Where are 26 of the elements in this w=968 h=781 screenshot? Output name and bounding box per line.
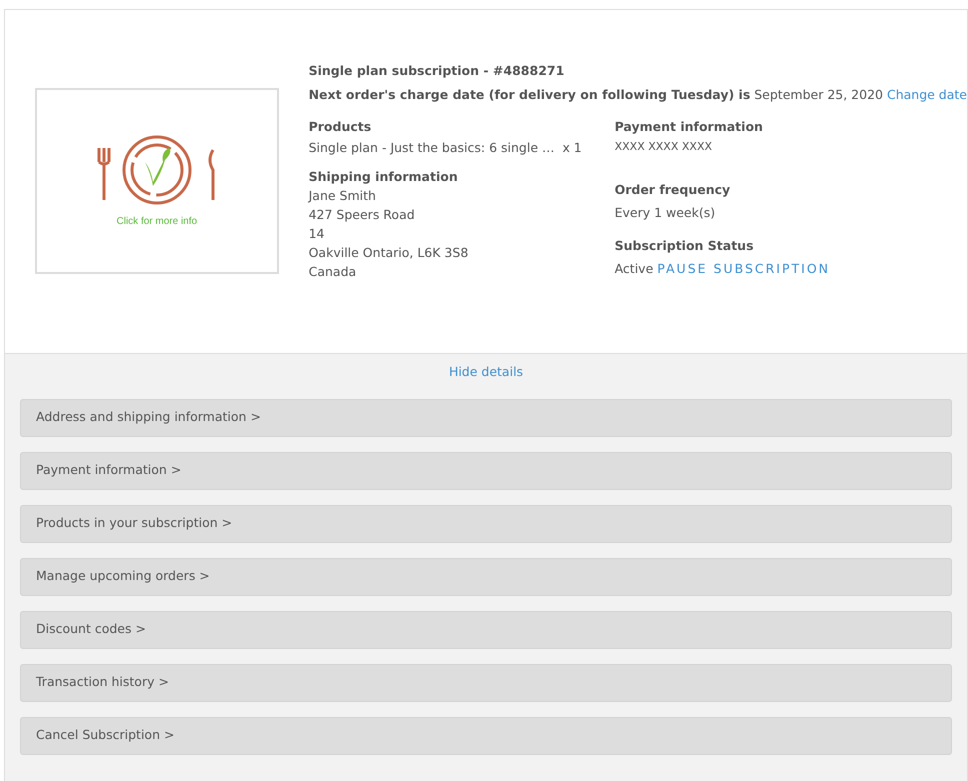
charge-date-text: Next order's charge date (for delivery on following Tuesday) is September 25, 2020 Change date [308, 86, 967, 104]
product-line: Single plan - Just the basics: 6 single … x 1 [308, 138, 583, 157]
address-line: Jane Smith [308, 187, 377, 206]
address-line: Canada [308, 263, 358, 282]
section-toggle[interactable]: Cancel Subscription > [20, 716, 952, 755]
frequency-value: Every 1 week(s) [614, 204, 716, 222]
status-value: Active [614, 260, 654, 278]
section-toggle[interactable]: Transaction history > [20, 664, 952, 702]
products-heading: Products [308, 118, 372, 136]
section-toggle[interactable]: Payment information > [20, 452, 952, 490]
frequency-heading: Order frequency [614, 181, 732, 200]
pause-subscription-link[interactable]: PAUSE SUBSCRIPTION [657, 260, 830, 278]
section-toggle[interactable]: Products in your subscription > [20, 504, 952, 543]
status-heading: Subscription Status [614, 236, 755, 255]
address-line: 14 [308, 225, 326, 244]
address-line: Oakville Ontario, L6K 3S8 [308, 244, 470, 262]
payment-heading: Payment information [614, 118, 764, 136]
change-date-link[interactable]: Change date [886, 87, 967, 102]
section-toggle[interactable]: Address and shipping information > [20, 398, 952, 437]
section-toggle[interactable]: Manage upcoming orders > [20, 558, 952, 596]
subscription-title: Single plan subscription - #4888271 [308, 62, 566, 80]
card-number: XXXX XXXX XXXX [614, 138, 714, 155]
shipping-heading: Shipping information [308, 168, 459, 186]
section-toggle[interactable]: Discount codes > [20, 610, 952, 649]
hide-details-link[interactable]: Hide details [448, 363, 524, 382]
address-line: 427 Speers Road [308, 206, 416, 224]
